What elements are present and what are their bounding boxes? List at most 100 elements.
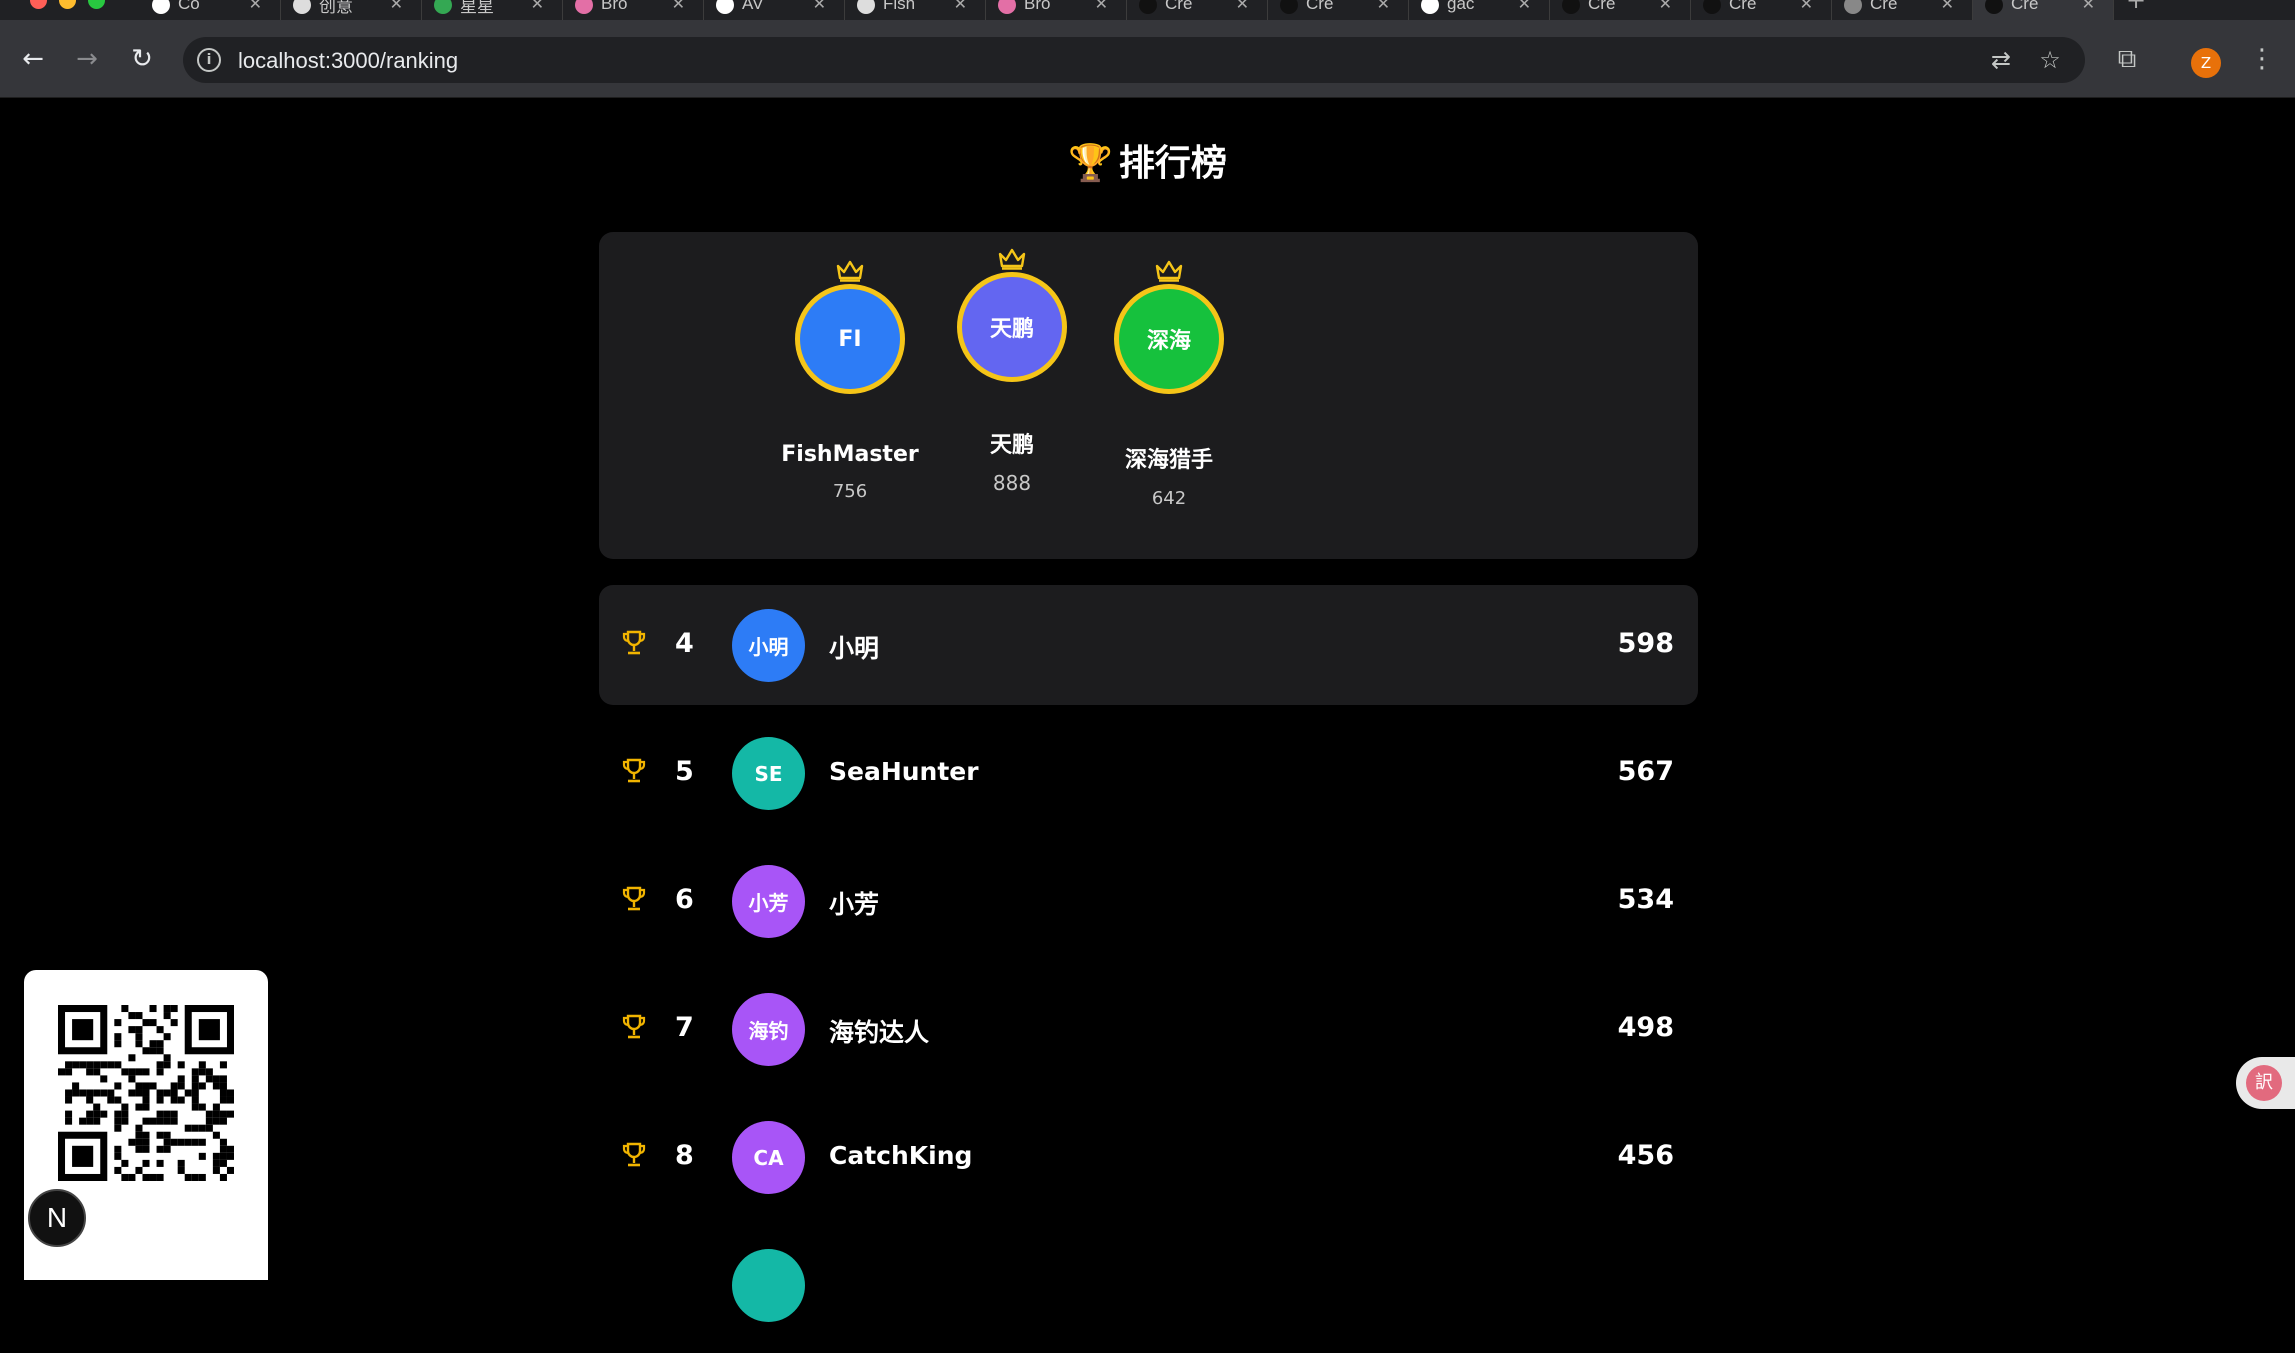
dark-circle-icon xyxy=(1280,0,1298,14)
cursor-icon xyxy=(716,0,734,14)
browser-tab[interactable]: AV ✕ xyxy=(704,0,845,20)
tab-close-icon[interactable]: ✕ xyxy=(531,0,544,14)
window-controls xyxy=(30,0,105,9)
browser-tab[interactable]: Bro ✕ xyxy=(986,0,1127,20)
zoom-window-button[interactable] xyxy=(88,0,105,9)
extensions-icon[interactable]: ⧉ xyxy=(2110,42,2144,76)
address-bar[interactable]: i localhost:3000/ranking ⇄ ☆ xyxy=(183,37,2085,83)
tab-close-icon[interactable]: ✕ xyxy=(672,0,685,14)
tab-label: gac xyxy=(1447,0,1475,13)
tab-close-icon[interactable]: ✕ xyxy=(1941,0,1954,14)
browser-toolbar: ← → ↻ i localhost:3000/ranking ⇄ ☆ ⧉ Z ⋮ xyxy=(0,20,2295,98)
tab-label: 创意 xyxy=(319,0,353,16)
page-title: 🏆 排行榜 xyxy=(0,134,2295,186)
tab-close-icon[interactable]: ✕ xyxy=(390,0,403,14)
browser-tab[interactable]: Cre ✕ xyxy=(1127,0,1268,20)
dark-circle-icon xyxy=(1562,0,1580,14)
user-avatar: SE xyxy=(732,737,805,810)
user-avatar: CA xyxy=(732,1121,805,1194)
browser-tab[interactable]: gac ✕ xyxy=(1409,0,1550,20)
browser-tab[interactable]: Cre ✕ xyxy=(1550,0,1691,20)
user-name: 小明 xyxy=(829,634,880,663)
tab-label: Cre xyxy=(1870,0,1898,13)
podium-score: 756 xyxy=(832,481,868,502)
ranking-row[interactable]: 8 CA CatchKing 456 xyxy=(599,1097,1698,1217)
qr-code-image xyxy=(58,1005,234,1181)
crown-icon xyxy=(836,260,864,282)
page-title-text: 排行榜 xyxy=(1118,143,1227,184)
dark-circle-icon xyxy=(1139,0,1157,14)
tab-close-icon[interactable]: ✕ xyxy=(249,0,262,14)
tab-close-icon[interactable]: ✕ xyxy=(1800,0,1813,14)
ranking-row[interactable] xyxy=(599,1225,1698,1345)
green-circle-icon xyxy=(434,0,452,14)
tab-close-icon[interactable]: ✕ xyxy=(1659,0,1672,14)
tab-close-icon[interactable]: ✕ xyxy=(1095,0,1108,14)
user-avatar: 海钓 xyxy=(732,993,805,1066)
tab-label: AV xyxy=(742,0,764,13)
chatgpt-icon xyxy=(1844,0,1862,14)
url-text[interactable]: localhost:3000/ranking xyxy=(238,48,458,74)
trophy-icon xyxy=(622,1014,646,1039)
podium-first-place[interactable]: 天鹏 天鹏 888 xyxy=(927,246,1097,495)
user-score: 534 xyxy=(1617,884,1674,915)
crown-icon xyxy=(998,248,1026,270)
browser-tab[interactable]: Cre ✕ xyxy=(1691,0,1832,20)
browser-tab[interactable]: 创意 ✕ xyxy=(281,0,422,20)
close-window-button[interactable] xyxy=(30,0,47,9)
translate-page-icon[interactable]: ⇄ xyxy=(1986,45,2016,75)
ranking-list: 4 小明 小明 598 5 SE SeaHunter 567 6 小芳 小芳 534 7 海钓 海钓达人 49… xyxy=(599,585,1698,1353)
browser-tab[interactable]: Cre ✕ xyxy=(1832,0,1973,20)
profile-avatar[interactable]: Z xyxy=(2191,48,2221,78)
user-score: 456 xyxy=(1617,1140,1674,1171)
dark-circle-icon xyxy=(1703,0,1721,14)
podium-third-place[interactable]: 深海 深海猎手 642 xyxy=(1084,258,1254,509)
browser-tab-strip: Co ✕ 创意 ✕ 星星 ✕ Bro ✕ AV ✕ Fish ✕ Bro ✕ Cre ✕ Cre ✕ gac ✕ Cre… xyxy=(0,0,2295,20)
podium-name: FishMaster xyxy=(781,442,919,467)
reload-button[interactable]: ↻ xyxy=(125,42,159,76)
trophy-icon xyxy=(622,1142,646,1167)
tab-close-icon[interactable]: ✕ xyxy=(1518,0,1531,14)
browser-tab[interactable]: Cre ✕ xyxy=(1973,0,2114,20)
bookmark-star-icon[interactable]: ☆ xyxy=(2035,45,2065,75)
x-logo-icon xyxy=(152,0,170,14)
tab-label: Fish xyxy=(883,0,916,13)
browser-tab[interactable]: Cre ✕ xyxy=(1268,0,1409,20)
forward-button[interactable]: → xyxy=(70,42,104,76)
minimize-window-button[interactable] xyxy=(59,0,76,9)
podium-avatar: 天鹏 xyxy=(957,272,1067,382)
browser-tab[interactable]: Co ✕ xyxy=(140,0,281,20)
browser-tab[interactable]: Fish ✕ xyxy=(845,0,986,20)
podium-name: 天鹏 xyxy=(989,433,1034,458)
nextjs-dev-badge[interactable]: N xyxy=(28,1189,86,1247)
podium-avatar: FI xyxy=(795,284,905,394)
user-name: 小芳 xyxy=(829,890,880,919)
podium-avatar: 深海 xyxy=(1114,284,1224,394)
browser-menu-icon[interactable]: ⋮ xyxy=(2245,42,2279,76)
browser-tab[interactable]: 星星 ✕ xyxy=(422,0,563,20)
site-info-icon[interactable]: i xyxy=(197,48,221,72)
tab-label: Bro xyxy=(1024,0,1051,13)
tab-close-icon[interactable]: ✕ xyxy=(2082,0,2095,14)
ranking-row[interactable]: 7 海钓 海钓达人 498 xyxy=(599,969,1698,1089)
tab-label: Co xyxy=(178,0,200,13)
tab-close-icon[interactable]: ✕ xyxy=(1377,0,1390,14)
user-name: CatchKing xyxy=(829,1141,973,1170)
tab-close-icon[interactable]: ✕ xyxy=(813,0,826,14)
tab-close-icon[interactable]: ✕ xyxy=(954,0,967,14)
tab-label: Bro xyxy=(601,0,628,13)
podium-second-place[interactable]: FI FishMaster 756 xyxy=(765,258,935,502)
browser-tab[interactable]: Bro ✕ xyxy=(563,0,704,20)
user-score: 567 xyxy=(1617,756,1674,787)
new-tab-button[interactable]: + xyxy=(2114,0,2154,20)
tab-close-icon[interactable]: ✕ xyxy=(1236,0,1249,14)
back-button[interactable]: ← xyxy=(16,42,50,76)
ranking-row[interactable]: 5 SE SeaHunter 567 xyxy=(599,713,1698,833)
ranking-row[interactable]: 6 小芳 小芳 534 xyxy=(599,841,1698,961)
ranking-row[interactable]: 4 小明 小明 598 xyxy=(599,585,1698,705)
user-score: 598 xyxy=(1617,628,1674,659)
rank-number: 4 xyxy=(675,628,694,659)
translate-floating-button[interactable]: 訳 xyxy=(2236,1057,2295,1109)
tab-label: Cre xyxy=(1165,0,1193,13)
trophy-icon xyxy=(622,886,646,911)
